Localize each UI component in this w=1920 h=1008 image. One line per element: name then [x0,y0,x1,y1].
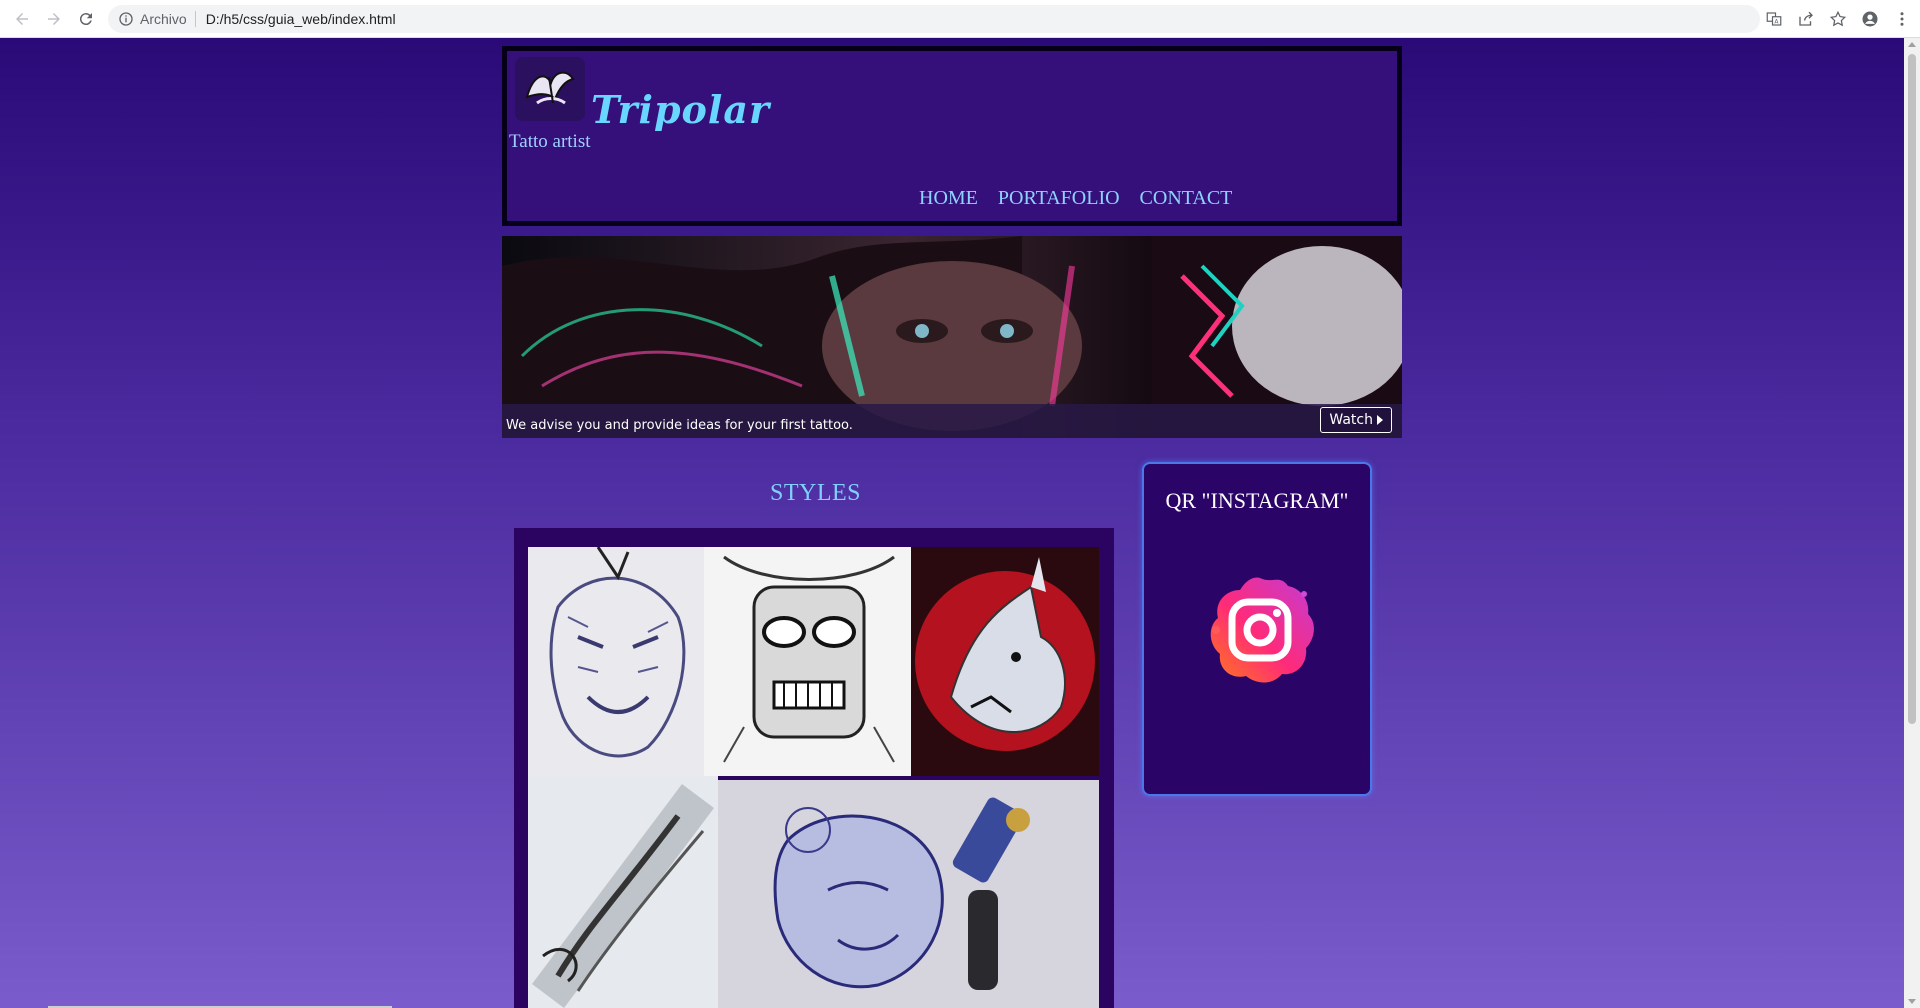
gallery-tile-red-wolf[interactable] [911,547,1099,776]
url-text[interactable]: D:/h5/css/guia_web/index.html [206,11,396,27]
forward-icon[interactable] [40,5,68,33]
logo-icon [515,57,585,121]
gallery-tile-tiki-mask[interactable] [704,547,911,776]
instagram-icon[interactable] [1200,570,1320,690]
share-icon[interactable] [1794,7,1818,31]
gallery-tile-tiger[interactable] [528,547,704,776]
main-nav: HOME PORTAFOLIO CONTACT [919,187,1232,210]
site-subtitle: Tatto artist [509,131,591,152]
styles-heading: STYLES [770,480,862,506]
hero-caption-bar: We advise you and provide ideas for your… [502,404,1402,438]
vertical-scrollbar[interactable] [1904,38,1920,1008]
qr-instagram-card: QR "INSTAGRAM" [1142,462,1372,796]
browser-toolbar: Archivo D:/h5/css/guia_web/index.html A [0,0,1920,38]
hero-banner: We advise you and provide ideas for your… [502,236,1402,438]
address-bar[interactable]: Archivo D:/h5/css/guia_web/index.html [108,5,1760,33]
play-icon [1377,415,1383,425]
watch-button-label: Watch [1329,412,1373,428]
scroll-thumb[interactable] [1908,54,1916,724]
gallery-tile-lettering[interactable] [528,776,718,1008]
reload-icon[interactable] [72,5,100,33]
menu-kebab-icon[interactable] [1890,7,1914,31]
nav-home-link[interactable]: HOME [919,187,978,210]
qr-card-title: QR "INSTAGRAM" [1165,488,1349,513]
watch-button[interactable]: Watch [1320,407,1392,433]
scroll-down-icon[interactable] [1908,999,1916,1004]
styles-gallery [514,528,1114,1008]
hero-caption-text: We advise you and provide ideas for your… [506,418,853,433]
scroll-up-icon[interactable] [1908,42,1916,47]
site-header: Tripolar Tatto artist HOME PORTAFOLIO CO… [502,46,1402,226]
nav-contact-link[interactable]: CONTACT [1140,187,1233,210]
site-title: Tripolar [591,87,770,132]
translate-icon[interactable]: A [1762,7,1786,31]
profile-avatar-icon[interactable] [1858,7,1882,31]
security-label: Archivo [140,11,196,27]
gallery-tile-face-drawing[interactable] [718,780,1099,1008]
bookmark-star-icon[interactable] [1826,7,1850,31]
back-icon[interactable] [8,5,36,33]
nav-portfolio-link[interactable]: PORTAFOLIO [998,187,1120,210]
info-icon[interactable] [118,11,134,27]
